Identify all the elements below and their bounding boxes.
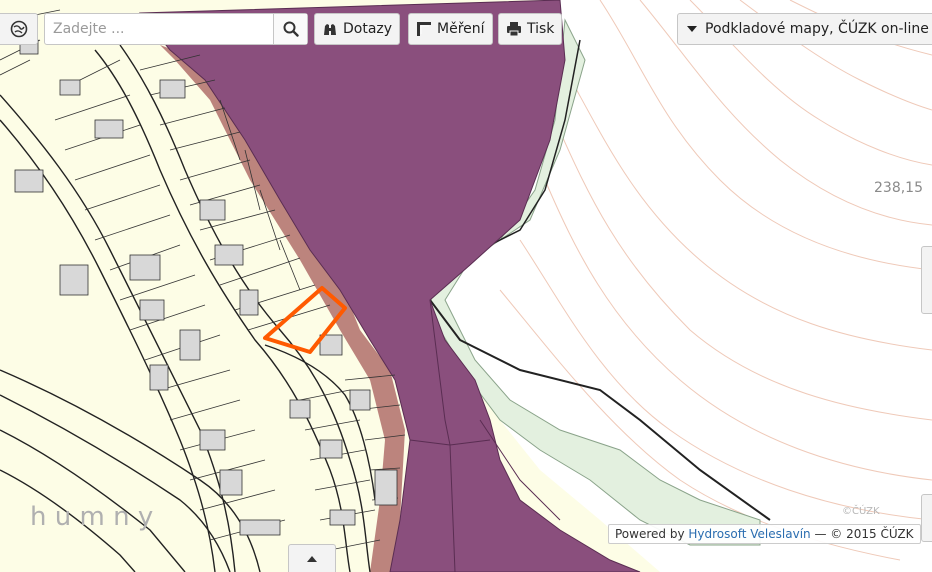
binoculars-icon: [324, 24, 336, 35]
place-label: h u m n y: [30, 502, 153, 532]
app-logo-icon: [10, 20, 27, 38]
side-panel-toggle-2[interactable]: [921, 494, 932, 542]
search-button[interactable]: [273, 14, 307, 44]
attribution: Powered by Hydrosoft Veleslavín — © 2015…: [608, 524, 921, 544]
caret-up-icon: [307, 555, 317, 562]
print-label: Tisk: [527, 21, 555, 37]
side-panel-toggle[interactable]: [921, 246, 932, 314]
printer-icon: [507, 22, 521, 37]
caret-down-icon: [687, 26, 697, 32]
attribution-suffix: — © 2015 ČÚZK: [814, 527, 914, 541]
app-logo-button[interactable]: [0, 13, 38, 45]
map-canvas[interactable]: 238,15 h u m n y ©ČÚZK: [0, 0, 932, 572]
base-layer-label: Podkladové mapy, ČÚZK on-line: [705, 21, 929, 37]
queries-button[interactable]: Dotazy: [314, 13, 401, 45]
elevation-label: 238,15: [874, 180, 923, 196]
queries-label: Dotazy: [343, 21, 393, 37]
measure-button[interactable]: Měření: [408, 13, 493, 45]
map-watermark: ©ČÚZK: [842, 504, 880, 517]
ruler-icon: [417, 22, 431, 36]
search-icon: [283, 21, 299, 37]
search-box: [44, 13, 308, 45]
base-layer-selector[interactable]: Podkladové mapy, ČÚZK on-line: [677, 13, 932, 45]
attribution-powered-by: Powered by: [615, 527, 685, 541]
attribution-vendor-link[interactable]: Hydrosoft Veleslavín: [688, 527, 810, 541]
search-input[interactable]: [45, 14, 275, 44]
print-button[interactable]: Tisk: [498, 13, 563, 45]
measure-label: Měření: [437, 21, 485, 37]
expand-panel-button[interactable]: [288, 544, 336, 572]
